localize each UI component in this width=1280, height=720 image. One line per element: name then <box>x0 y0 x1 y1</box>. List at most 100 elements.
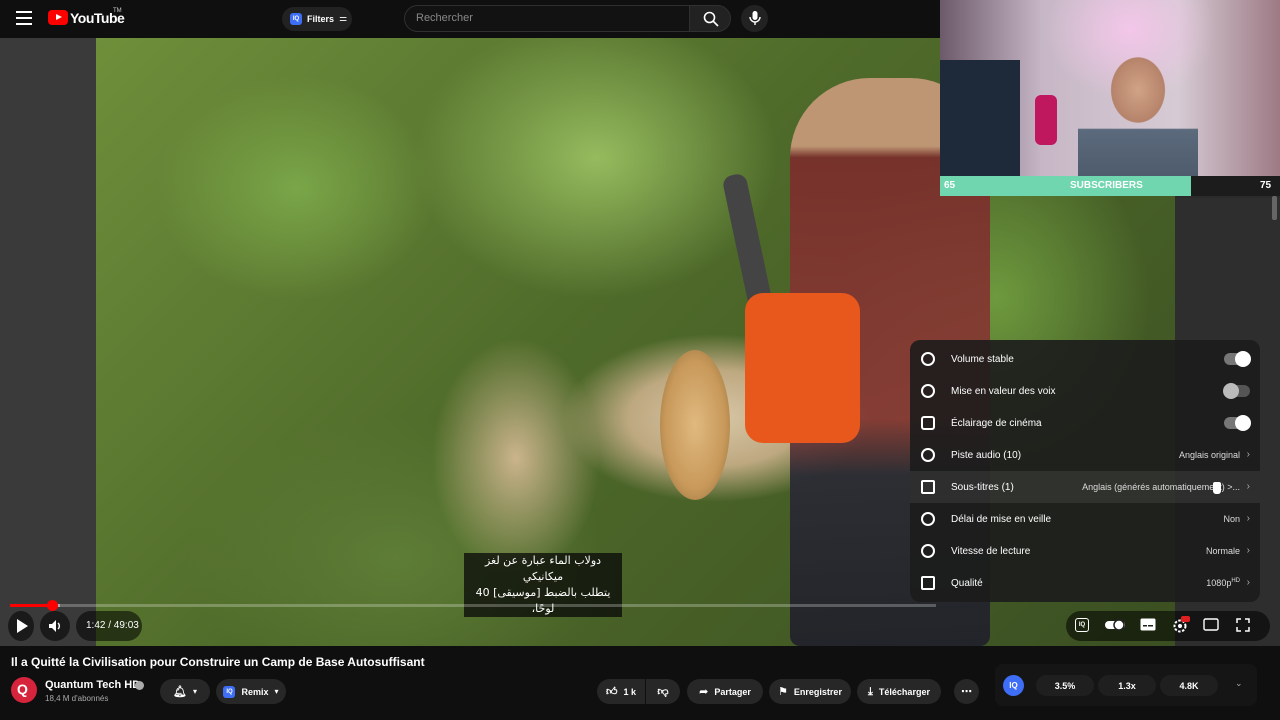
ambient-mode-toggle[interactable] <box>1224 415 1251 431</box>
subtitles-button-icon <box>1140 618 1156 631</box>
caption-text: دولاب الماء عبارة عن لغز ميكانيكي يتطلب … <box>464 553 622 617</box>
settings-item-quality[interactable]: Qualité 1080pHD › <box>910 567 1260 599</box>
hd-badge-icon <box>1181 616 1190 622</box>
masthead: YouTube TM IQ Filters ⚌ Rechercher <box>0 0 940 38</box>
video-letterbox-left <box>0 38 96 646</box>
progress-played <box>10 604 52 607</box>
extension-stat-1: 3.5% <box>1036 675 1094 696</box>
scrollbar[interactable] <box>1272 196 1277 220</box>
settings-item-voice-boost[interactable]: Mise en valeur des voix <box>910 375 1260 407</box>
search-icon <box>703 11 719 27</box>
search-input[interactable]: Rechercher <box>404 5 690 32</box>
chevron-right-icon: › <box>1246 449 1250 460</box>
autoplay-toggle-icon <box>1105 619 1125 631</box>
theater-mode-button[interactable] <box>1203 618 1219 632</box>
sliders-icon: ⚌ <box>339 14 348 24</box>
settings-item-subtitles[interactable]: Sous-titres (1) Anglais (générés automat… <box>910 471 1260 503</box>
settings-button[interactable] <box>1172 616 1190 633</box>
save-button[interactable]: ⚑ Enregistrer <box>769 679 851 704</box>
hamburger-menu-icon[interactable] <box>16 11 32 25</box>
autoplay-toggle[interactable] <box>1104 618 1126 632</box>
video-frame-chainsaw <box>745 293 860 443</box>
download-label: Télécharger <box>878 686 930 697</box>
iq-badge-icon: IQ <box>223 685 236 698</box>
settings-item-label: Vitesse de lecture <box>951 546 1031 557</box>
settings-item-playback-speed[interactable]: Vitesse de lecture Normale › <box>910 535 1260 567</box>
settings-item-audio-track[interactable]: Piste audio (10) Anglais original › <box>910 439 1260 471</box>
share-button[interactable]: ➦ Partager <box>687 679 763 704</box>
subscriber-goal-label: SUBSCRIBERS <box>1070 180 1143 191</box>
mute-button[interactable] <box>40 611 70 641</box>
save-label: Enregistrer <box>793 686 842 697</box>
like-button[interactable]: 👍︎ 1 k <box>597 679 645 704</box>
progress-bar[interactable] <box>10 604 936 607</box>
quality-value: 1080p <box>1206 578 1232 588</box>
chevron-right-icon: › <box>1246 577 1250 588</box>
extension-expand-chevron-icon[interactable]: ⌄ <box>1235 679 1243 689</box>
settings-item-sleep-timer[interactable]: Délai de mise en veille Non › <box>910 503 1260 535</box>
dislike-button[interactable]: 👎︎ <box>646 679 680 704</box>
channel-avatar[interactable] <box>11 677 37 703</box>
quality-icon <box>921 576 935 590</box>
settings-item-label: Délai de mise en veille <box>951 514 1052 525</box>
settings-item-value: Non <box>1223 514 1240 524</box>
subscriber-goal-target: 75 <box>1260 180 1272 191</box>
settings-item-label: Volume stable <box>951 354 1014 365</box>
webcam-shelf <box>940 60 1020 176</box>
channel-name[interactable]: Quantum Tech HD <box>45 679 140 691</box>
ambient-mode-icon <box>921 416 935 430</box>
download-button[interactable]: ⤓ Télécharger <box>857 679 941 704</box>
webcam-microphone <box>1035 95 1057 145</box>
filters-button[interactable]: IQ Filters ⚌ <box>282 7 352 31</box>
iq-badge-icon: IQ <box>290 13 302 25</box>
fullscreen-button[interactable] <box>1236 618 1252 632</box>
channel-subscriber-count: 18,4 M d'abonnés <box>45 694 109 703</box>
more-actions-button[interactable]: ⋯ <box>954 679 979 704</box>
webcam-overlay <box>940 0 1280 176</box>
filters-label: Filters <box>307 14 335 24</box>
thumbs-down-icon: 👎︎ <box>657 685 669 698</box>
chevron-right-icon: › <box>1246 545 1250 556</box>
caption-line-1: دولاب الماء عبارة عن لغز ميكانيكي <box>484 554 602 583</box>
chevron-right-icon: › <box>1246 481 1250 492</box>
thumbs-up-icon: 👍︎ <box>605 685 618 698</box>
search-button[interactable] <box>689 5 731 32</box>
extension-logo[interactable]: IQ <box>1003 675 1024 696</box>
iq-control-icon[interactable]: IQ <box>1075 618 1091 632</box>
chevron-down-icon: ▾ <box>274 687 279 696</box>
share-icon: ➦ <box>699 685 709 698</box>
video-frame-log <box>660 350 730 500</box>
subtitles-icon <box>921 480 935 494</box>
subscriber-goal-fill <box>940 176 1191 196</box>
voice-boost-icon <box>921 384 935 398</box>
voice-search-button[interactable] <box>741 5 768 32</box>
quality-hd-badge: HD <box>1231 578 1240 584</box>
mouse-cursor-icon <box>1213 482 1221 494</box>
subtitles-button[interactable] <box>1140 618 1156 632</box>
theater-mode-icon <box>1203 618 1219 631</box>
play-icon <box>17 619 28 633</box>
settings-item-label: Mise en valeur des voix <box>951 386 1056 397</box>
verified-badge-icon <box>135 681 144 690</box>
stable-volume-toggle[interactable] <box>1224 351 1251 367</box>
volume-icon <box>49 620 60 632</box>
microphone-icon <box>749 11 761 25</box>
youtube-logo-icon[interactable] <box>48 10 68 25</box>
progress-scrubber-handle[interactable] <box>47 600 58 611</box>
webcam-streamer <box>1078 50 1198 176</box>
play-button[interactable] <box>8 611 34 641</box>
voice-boost-toggle[interactable] <box>1223 383 1250 399</box>
remix-button[interactable]: IQ Remix ▾ <box>216 679 286 704</box>
settings-item-ambient-mode[interactable]: Éclairage de cinéma <box>910 407 1260 439</box>
audio-track-icon <box>921 448 935 462</box>
settings-item-label: Éclairage de cinéma <box>951 418 1042 429</box>
chevron-right-icon: › <box>1246 513 1250 524</box>
sleep-timer-icon <box>921 512 935 526</box>
bookmark-icon: ⚑ <box>778 685 788 698</box>
subscriber-goal-current: 65 <box>944 180 956 191</box>
settings-item-value: Anglais original <box>1178 450 1240 460</box>
volume-stable-icon <box>921 352 935 366</box>
settings-item-stable-volume[interactable]: Volume stable <box>910 343 1260 375</box>
subscribe-bell-button[interactable]: 🔔︎ ▾ <box>160 679 210 704</box>
speed-icon <box>921 544 935 558</box>
